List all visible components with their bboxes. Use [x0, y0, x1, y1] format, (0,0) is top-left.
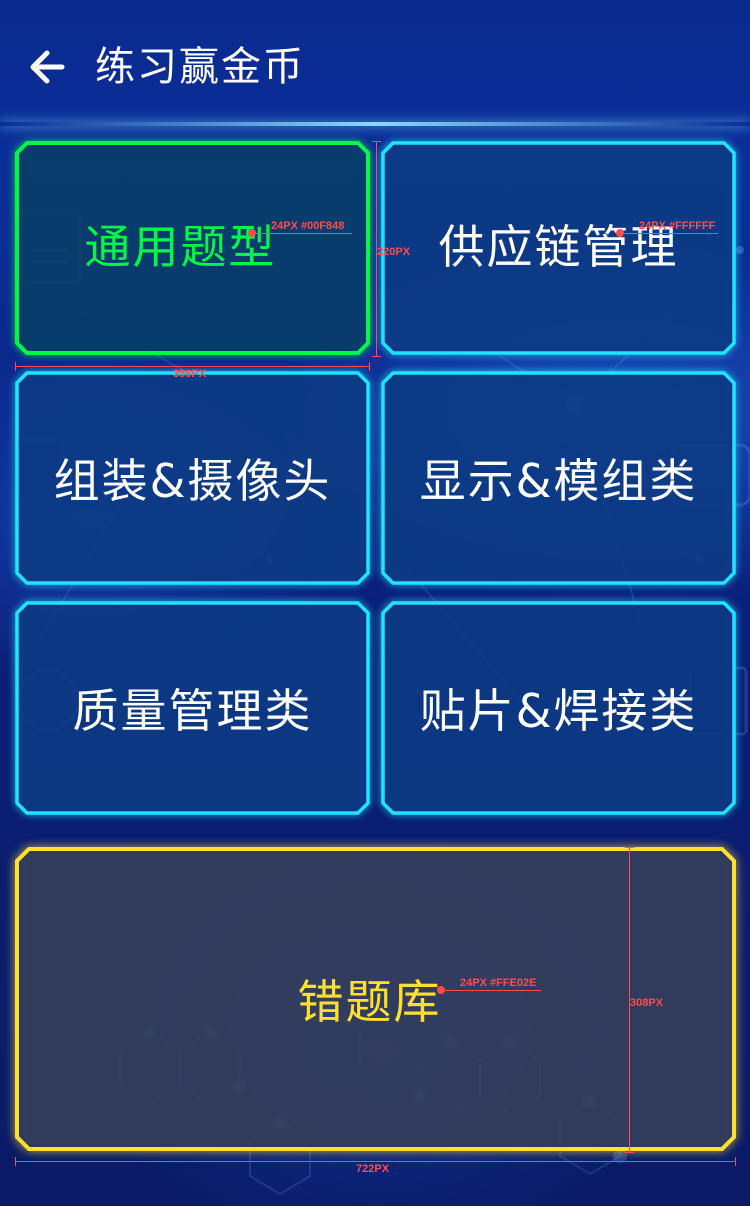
annotation-tick — [625, 1152, 634, 1153]
category-card-assembly-camera[interactable]: 组装&摄像头 — [15, 371, 370, 585]
annotation-leader-line — [441, 990, 541, 991]
card-label: 错题库 — [297, 975, 442, 1029]
annotation-bank-width: 722PX — [356, 1163, 390, 1175]
category-card-display-module[interactable]: 显示&模组类 — [381, 371, 736, 585]
annotation-tick — [625, 847, 634, 848]
annotation-tick — [15, 362, 16, 371]
card-label: 质量管理类 — [72, 684, 313, 738]
card-label: 组装&摄像头 — [53, 454, 332, 508]
annotation-card-height: 220PX — [377, 246, 411, 258]
annotation-white-text-spec: 24PX #FFFFFF — [639, 220, 716, 232]
category-card-smt-welding[interactable]: 贴片&焊接类 — [381, 601, 736, 815]
top-bar: 练习赢金币 — [0, 0, 750, 122]
annotation-bank-height: 308PX — [630, 997, 664, 1009]
annotation-tick — [15, 1157, 16, 1166]
wrong-question-bank-card[interactable]: 错题库 — [15, 847, 736, 1151]
card-label: 显示&模组类 — [419, 454, 698, 508]
annotation-tick — [369, 362, 370, 371]
annotation-leader-line — [620, 233, 718, 234]
annotation-width-line — [15, 1161, 736, 1162]
annotation-green-text-spec: 24PX #00F848 — [271, 220, 345, 232]
card-label: 供应链管理 — [438, 220, 679, 274]
annotation-leader-line — [252, 233, 352, 234]
annotation-yellow-text-spec: 24PX #FFE02E — [460, 977, 537, 989]
annotation-tick — [735, 1157, 736, 1166]
annotation-card-width: 356PX — [173, 368, 207, 380]
category-card-quality-management[interactable]: 质量管理类 — [15, 601, 370, 815]
header-glow-divider — [0, 122, 750, 126]
annotation-tick — [372, 141, 381, 142]
annotation-tick — [372, 356, 381, 357]
category-card-supply-chain[interactable]: 供应链管理 — [381, 141, 736, 355]
arrow-left-icon[interactable] — [26, 46, 68, 88]
annotation-width-line — [15, 366, 370, 367]
category-card-general[interactable]: 通用题型 — [15, 141, 370, 355]
page-title: 练习赢金币 — [95, 44, 305, 90]
card-label: 通用题型 — [84, 220, 277, 274]
card-label: 贴片&焊接类 — [419, 684, 698, 738]
